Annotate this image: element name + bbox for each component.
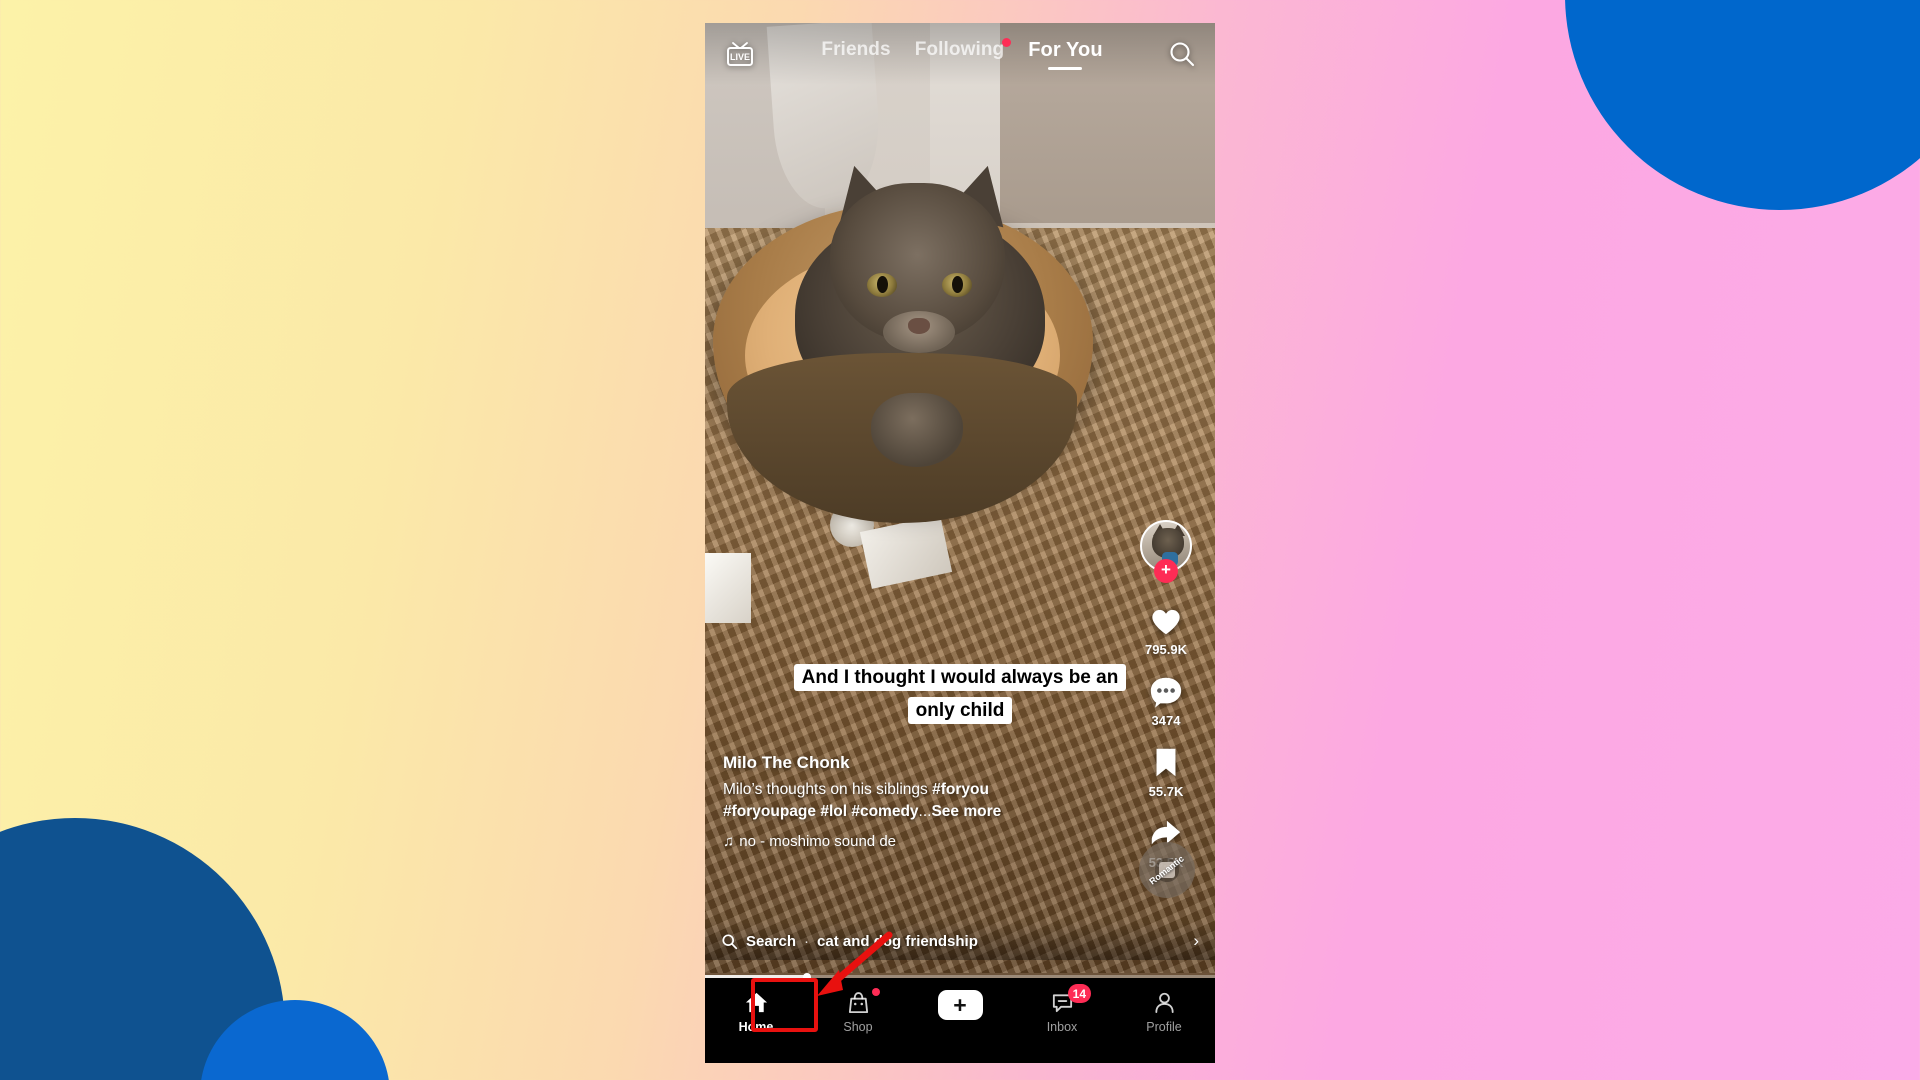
video-subtitle: And I thought I would always be an only … [790, 661, 1130, 727]
nav-label-shop: Shop [843, 1020, 873, 1034]
video-subtitle-text: And I thought I would always be an only … [793, 664, 1127, 724]
cat-pupil-left [877, 276, 888, 293]
bookmark-button[interactable]: 55.7K [1147, 745, 1185, 799]
music-row[interactable]: ♫ no - moshimo sound de [723, 833, 1003, 850]
nav-label-profile: Profile [1146, 1020, 1182, 1034]
comment-icon [1150, 677, 1182, 708]
comment-button[interactable]: 3474 [1147, 674, 1185, 728]
cat-pupil-right [952, 276, 963, 293]
search-glyph [1170, 42, 1195, 67]
search-icon[interactable] [1167, 39, 1197, 69]
video-player[interactable]: LIVE Friends Following For You And I tho… [705, 23, 1215, 978]
nav-item-create[interactable]: + [909, 990, 1011, 1025]
author-name[interactable]: Milo The Chonk [723, 753, 1083, 773]
tab-following[interactable]: Following [914, 37, 1012, 69]
see-more-button[interactable]: See more [931, 803, 1001, 820]
tab-friends-label: Friends [821, 38, 891, 60]
feed-tabs: Friends Following For You [757, 37, 1167, 70]
music-disc[interactable]: Romantic [1139, 842, 1195, 898]
tab-for-you[interactable]: For You [1028, 39, 1102, 70]
bookmark-count: 55.7K [1148, 784, 1184, 799]
nav-item-inbox[interactable]: 14 Inbox [1011, 984, 1113, 1034]
cat-paw [871, 393, 963, 467]
music-note-icon: ♫ [723, 833, 735, 850]
search-label: Search [746, 932, 797, 950]
nav-item-profile[interactable]: Profile [1113, 990, 1215, 1034]
chevron-right-icon[interactable]: › [1193, 931, 1199, 951]
inbox-badge: 14 [1067, 984, 1091, 1003]
create-button[interactable]: + [933, 990, 987, 1020]
live-tv-glyph: LIVE [727, 42, 753, 66]
action-rail: + 795.9K 3474 55.7K [1131, 520, 1201, 870]
following-notification-dot [1002, 37, 1012, 47]
create-plus-icon: + [953, 991, 967, 1018]
comment-count: 3474 [1151, 713, 1181, 728]
video-caption-block: Milo The Chonk Milo’s thoughts on his si… [723, 753, 1083, 850]
search-bar-icon [722, 933, 738, 949]
top-navigation-bar: LIVE Friends Following For You [705, 23, 1215, 85]
phone-screen: LIVE Friends Following For You And I tho… [705, 23, 1215, 1063]
description-text: Milo’s thoughts on his siblings [723, 781, 933, 798]
tab-following-label: Following [914, 38, 1005, 60]
music-title: no - moshimo sound de [739, 833, 897, 850]
cat-nose [908, 318, 930, 334]
live-icon[interactable]: LIVE [723, 37, 757, 71]
annotation-arrow [817, 931, 893, 996]
follow-button[interactable]: + [1154, 559, 1178, 583]
nav-label-inbox: Inbox [1046, 1020, 1078, 1034]
video-description: Milo’s thoughts on his siblings #foryou … [723, 779, 1083, 823]
scene-paper-left [705, 553, 751, 623]
author-avatar-wrapper[interactable]: + [1140, 520, 1192, 583]
like-button[interactable]: 795.9K [1145, 603, 1187, 657]
bookmark-icon [1156, 748, 1176, 777]
music-disc-label: Romantic [1147, 853, 1187, 887]
description-ellipsis: ... [918, 803, 932, 820]
tab-for-you-label: For You [1028, 38, 1103, 61]
decor-circle-blue-top-right [1565, 0, 1920, 210]
svg-text:LIVE: LIVE [730, 52, 750, 62]
search-suggestion-bar[interactable]: Search · cat and dog friendship › [705, 922, 1215, 960]
tab-friends[interactable]: Friends [821, 39, 890, 69]
like-count: 795.9K [1145, 642, 1187, 657]
profile-icon [1154, 992, 1174, 1014]
heart-icon [1152, 609, 1180, 635]
